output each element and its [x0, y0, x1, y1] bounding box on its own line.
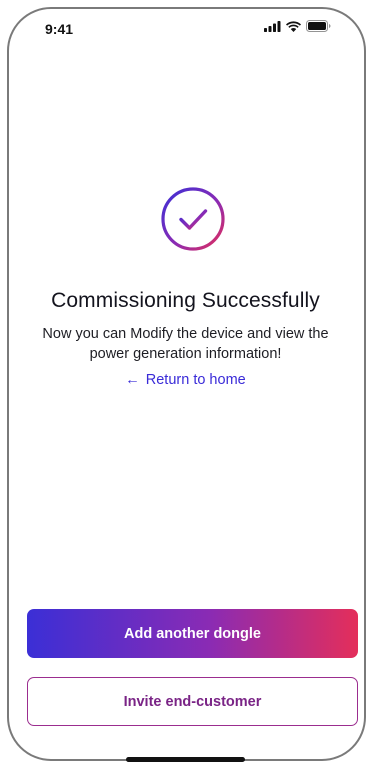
- battery-icon: [306, 20, 331, 32]
- home-indicator: [126, 757, 245, 762]
- wifi-icon: [286, 20, 301, 32]
- page-subtitle: Now you can Modify the device and view t…: [42, 326, 329, 362]
- add-another-dongle-button[interactable]: Add another dongle: [27, 609, 358, 658]
- return-home-label: Return to home: [145, 372, 246, 388]
- arrow-left-icon: ←: [125, 372, 140, 388]
- return-home-link[interactable]: ← Return to home: [0, 372, 371, 388]
- status-bar: 9:41: [0, 0, 371, 56]
- cellular-signal-icon: [264, 20, 281, 32]
- status-icons: [264, 20, 331, 32]
- invite-end-customer-button[interactable]: Invite end-customer: [27, 677, 358, 726]
- status-time: 9:41: [45, 21, 74, 37]
- screen: 9:41 Commissioning Successfully Now you …: [0, 0, 371, 769]
- page-title: Commissioning Successfully: [51, 289, 320, 312]
- check-circle-icon: [160, 186, 226, 252]
